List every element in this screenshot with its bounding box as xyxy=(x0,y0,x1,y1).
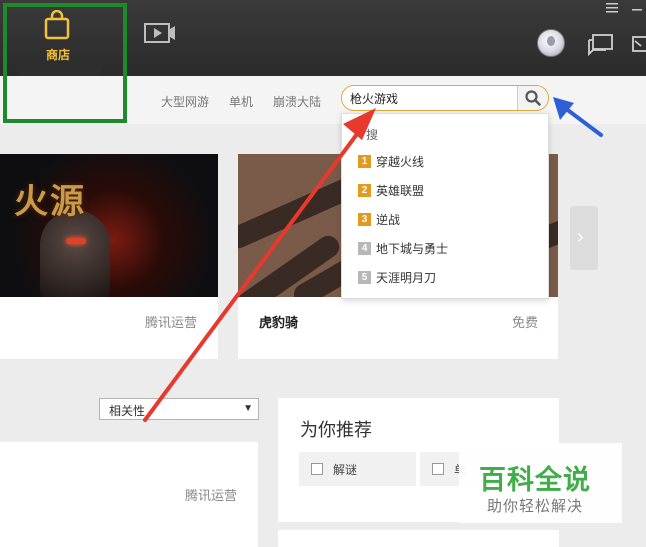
chevron-right-icon: › xyxy=(577,226,584,248)
suggestion-item[interactable]: 2 英雄联盟 xyxy=(358,182,538,200)
carousel-next-button[interactable]: › xyxy=(570,206,598,270)
character-visor xyxy=(66,238,86,244)
mail-icon[interactable] xyxy=(632,34,646,56)
nav-link-single[interactable]: 单机 xyxy=(229,93,253,110)
suggestion-name: 逆战 xyxy=(376,213,401,227)
suggestions-header: 搜 xyxy=(366,128,379,142)
game-logo: 火源 xyxy=(14,183,86,221)
highlight-box-store xyxy=(3,3,127,123)
recommend-title: 为你推荐 xyxy=(300,420,372,440)
sort-select[interactable]: 相关性 ▼ xyxy=(99,398,259,420)
recommend-chip[interactable]: 解谜 xyxy=(299,452,416,486)
chevron-down-icon: ▼ xyxy=(243,403,253,414)
suggestion-item[interactable]: 3 逆战 xyxy=(358,211,538,229)
game-list-card[interactable]: 腾讯运营 xyxy=(0,442,258,547)
recommend-panel-bottom xyxy=(278,530,559,547)
nav-link-crashlands[interactable]: 崩溃大陆 xyxy=(273,93,321,110)
watermark-title: 百科全说 xyxy=(479,465,591,495)
search-input[interactable] xyxy=(350,89,516,107)
game-card[interactable]: 火源 腾讯运营 xyxy=(0,154,218,359)
minimize-icon[interactable] xyxy=(628,0,646,14)
card-publisher: 腾讯运营 xyxy=(145,315,198,330)
rank-badge: 4 xyxy=(358,242,371,255)
suggestion-item[interactable]: 5 天涯明月刀 xyxy=(358,269,538,287)
watermark: 百科全说 助你轻松解决 xyxy=(459,443,622,523)
search-button[interactable] xyxy=(517,86,548,110)
suggestion-name: 英雄联盟 xyxy=(376,184,425,198)
video-play-icon[interactable] xyxy=(144,22,176,46)
checkbox[interactable] xyxy=(432,463,444,475)
watermark-subtitle: 助你轻松解决 xyxy=(487,498,584,515)
nav-link-mmo[interactable]: 大型网游 xyxy=(161,93,209,110)
avatar[interactable] xyxy=(537,29,565,57)
chip-label: 解谜 xyxy=(333,463,358,477)
game-banner: 火源 xyxy=(0,154,218,297)
search-icon xyxy=(525,90,541,106)
card-title: 虎豹骑 xyxy=(259,315,299,330)
card-price: 免费 xyxy=(512,315,539,330)
suggestion-name: 天涯明月刀 xyxy=(376,271,437,285)
rank-badge: 3 xyxy=(358,213,371,226)
chat-icon[interactable] xyxy=(588,34,614,56)
suggestion-item[interactable]: 1 穿越火线 xyxy=(358,153,538,171)
rank-badge: 2 xyxy=(358,184,371,197)
rank-badge: 5 xyxy=(358,271,371,284)
sort-selected-value: 相关性 xyxy=(109,404,146,418)
character-figure xyxy=(40,210,110,297)
card-publisher: 腾讯运营 xyxy=(185,488,238,503)
checkbox[interactable] xyxy=(311,463,323,475)
suggestion-name: 地下城与勇士 xyxy=(376,242,449,256)
menu-icon[interactable] xyxy=(606,2,620,14)
rank-badge: 1 xyxy=(358,155,371,168)
suggestion-name: 穿越火线 xyxy=(376,155,425,169)
suggestion-item[interactable]: 4 地下城与勇士 xyxy=(358,240,538,258)
